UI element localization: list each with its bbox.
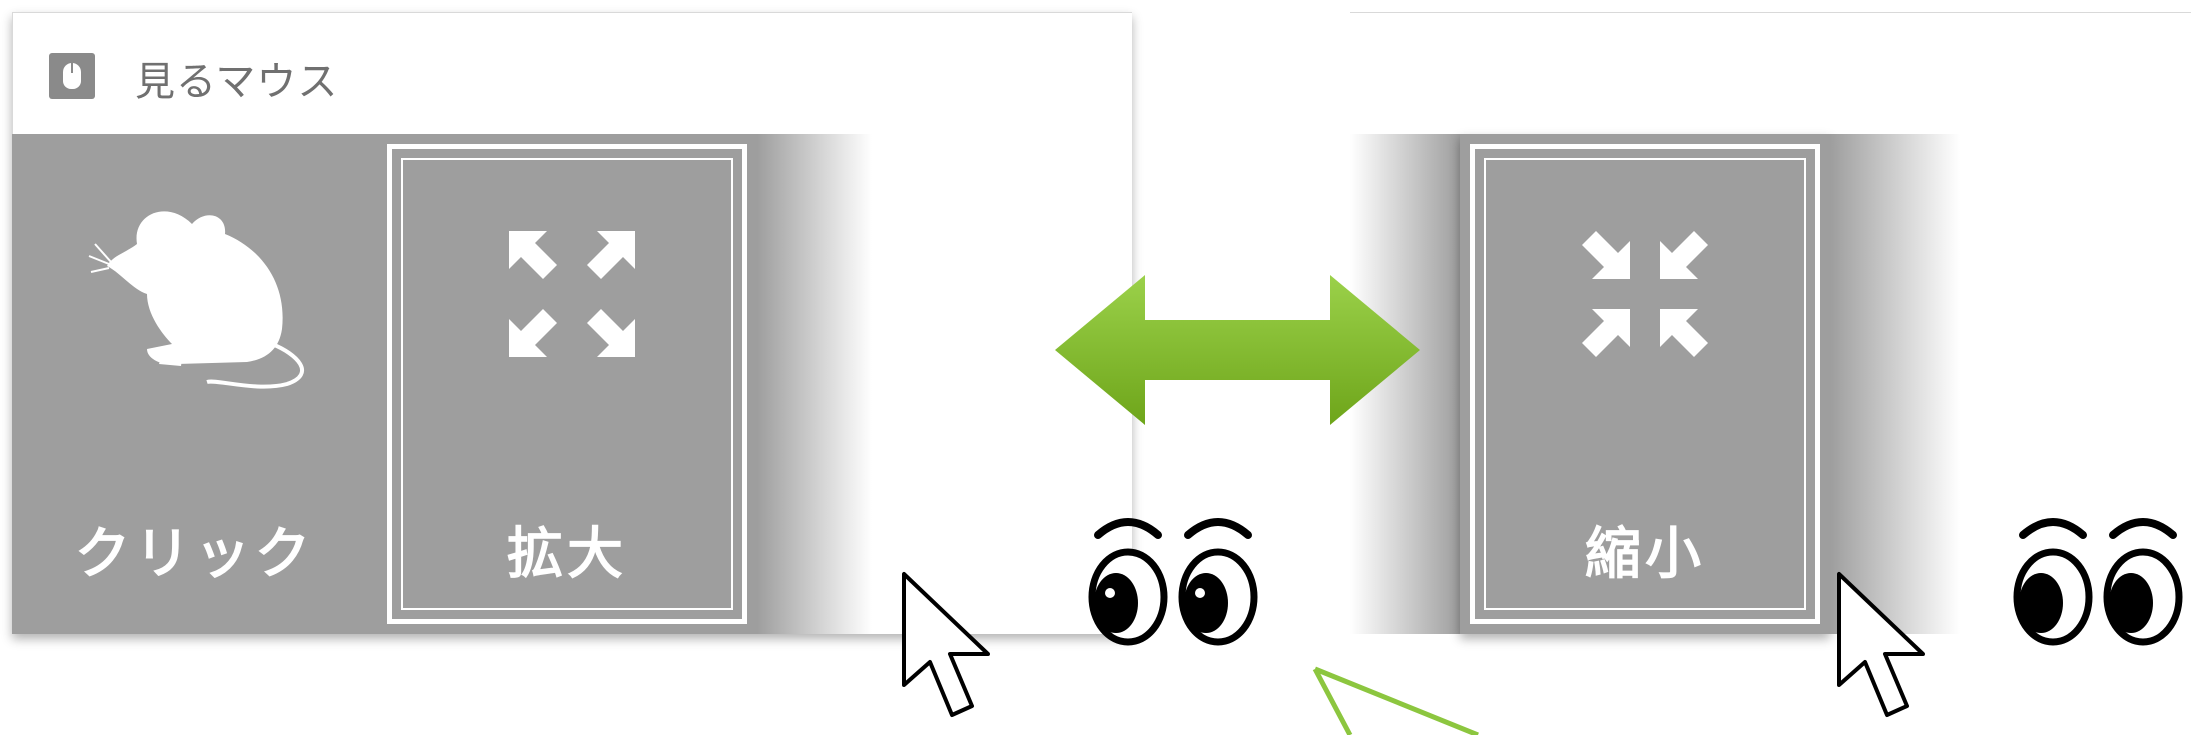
mouse-app-icon <box>49 53 95 99</box>
tile-click-label: クリック <box>74 522 315 587</box>
app-window-left: 見るマウス クリック 拡大 <box>12 12 1132 634</box>
shrink-arrows-icon <box>1582 231 1708 357</box>
swap-double-arrow-icon <box>1055 275 1420 425</box>
mouse-pointer-icon <box>902 572 990 717</box>
tile-partial <box>757 134 872 634</box>
title-bar: 見るマウス <box>12 12 1132 134</box>
eyes-icon-right <box>2013 518 2183 646</box>
tile-expand-label: 拡大 <box>507 522 627 587</box>
tile-expand[interactable]: 拡大 <box>377 134 757 634</box>
mouse-animal-icon <box>88 211 304 389</box>
tile-shrink-label: 縮小 <box>1585 522 1705 587</box>
tile-shrink[interactable]: 縮小 <box>1460 134 1830 634</box>
expand-arrows-icon <box>509 231 635 357</box>
mouse-pointer-icon-right <box>1837 572 1925 717</box>
app-title: 見るマウス <box>135 59 339 105</box>
tile-click[interactable]: クリック <box>12 134 377 634</box>
tile-partial-right <box>1830 134 1960 634</box>
eyes-icon <box>1088 518 1258 646</box>
speech-bubble-tail <box>1312 666 1479 735</box>
